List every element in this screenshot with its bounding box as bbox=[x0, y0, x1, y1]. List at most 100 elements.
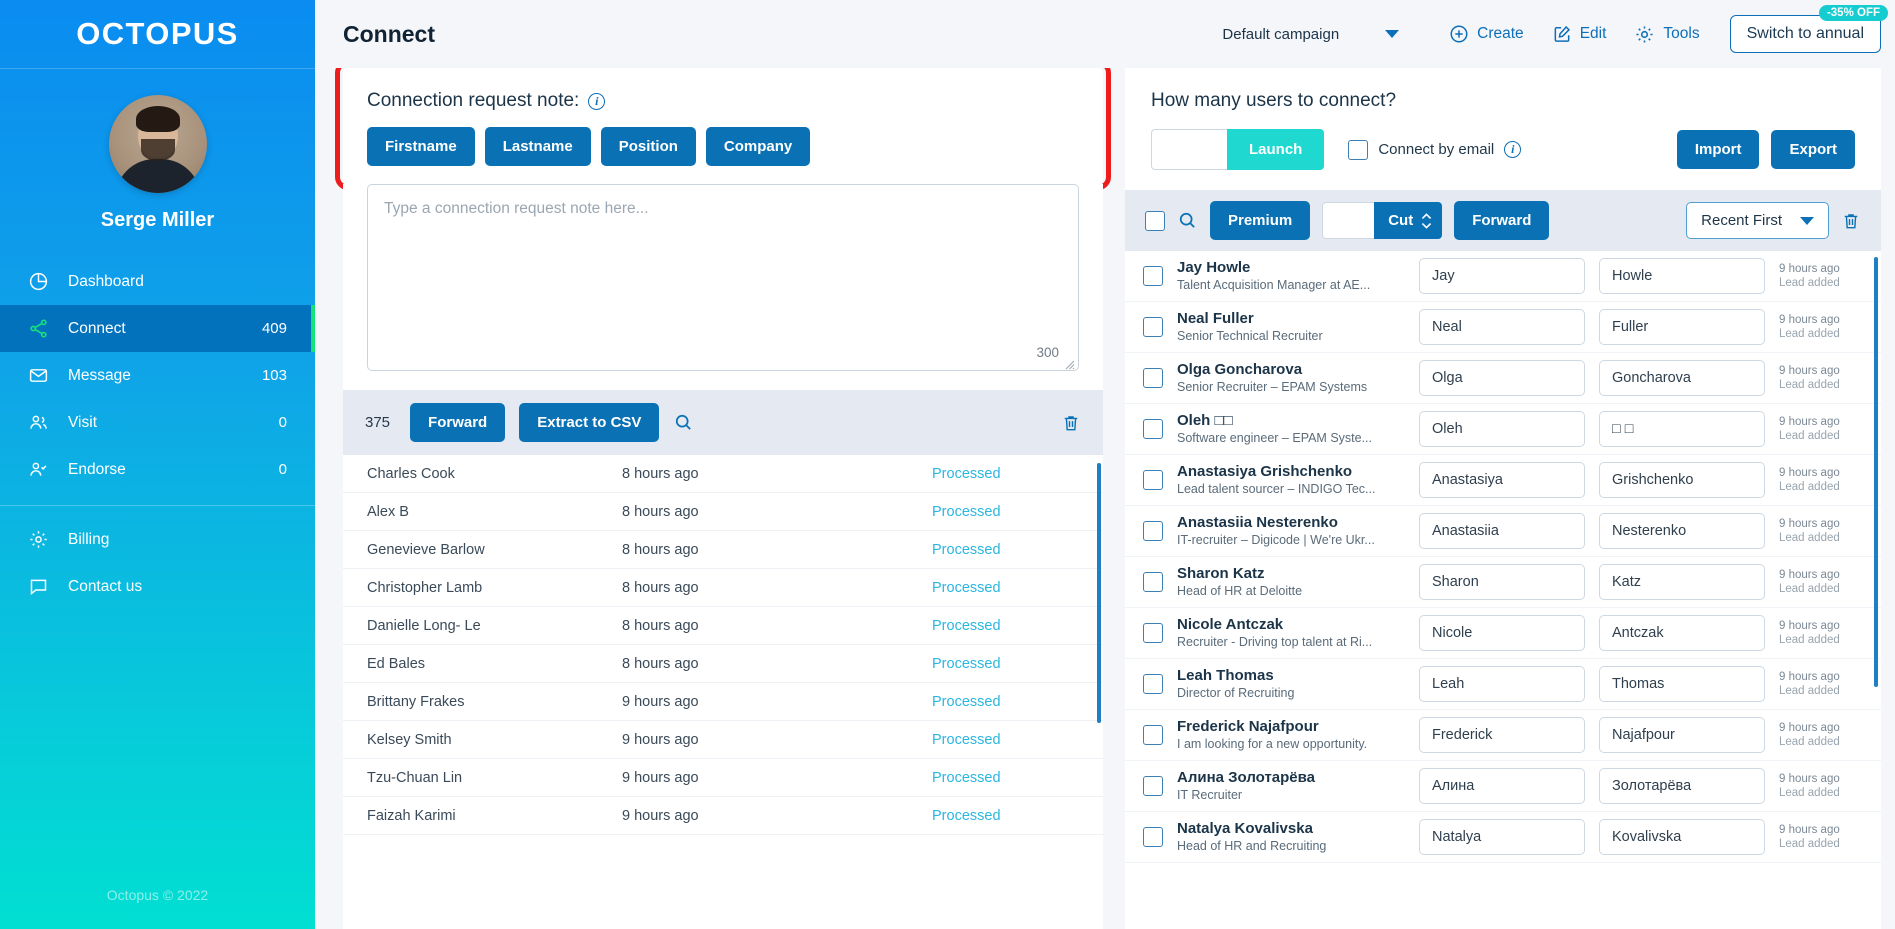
import-button[interactable]: Import bbox=[1677, 130, 1760, 169]
table-row[interactable]: Genevieve Barlow 8 hours ago Processed bbox=[343, 531, 1103, 569]
row-checkbox[interactable] bbox=[1143, 725, 1163, 745]
sidebar-item-message[interactable]: Message 103 bbox=[0, 352, 315, 399]
list-item[interactable]: Oleh □□ Software engineer – EPAM Syste..… bbox=[1125, 404, 1881, 455]
table-row[interactable]: Alex B 8 hours ago Processed bbox=[343, 493, 1103, 531]
lastname-field[interactable]: Katz bbox=[1599, 564, 1765, 600]
lastname-field[interactable]: Nesterenko bbox=[1599, 513, 1765, 549]
forward-button[interactable]: Forward bbox=[410, 403, 505, 442]
premium-button[interactable]: Premium bbox=[1210, 201, 1310, 240]
sidebar-item-endorse[interactable]: Endorse 0 bbox=[0, 446, 315, 493]
lastname-field[interactable]: Золотарёва bbox=[1599, 768, 1765, 804]
sort-dropdown[interactable]: Recent First bbox=[1686, 202, 1829, 239]
users-list-scrollbar[interactable] bbox=[1874, 257, 1878, 687]
table-row[interactable]: Faizah Karimi 9 hours ago Processed bbox=[343, 797, 1103, 835]
users-list[interactable]: Jay Howle Talent Acquisition Manager at … bbox=[1125, 251, 1881, 929]
select-all-checkbox[interactable] bbox=[1145, 211, 1165, 231]
row-checkbox[interactable] bbox=[1143, 368, 1163, 388]
connect-by-email-row[interactable]: Connect by email i bbox=[1348, 140, 1521, 160]
list-item[interactable]: Алина Золотарёва IT Recruiter Алина Золо… bbox=[1125, 761, 1881, 812]
sidebar-item-dashboard[interactable]: Dashboard bbox=[0, 258, 315, 305]
table-row[interactable]: Brittany Frakes 9 hours ago Processed bbox=[343, 683, 1103, 721]
lastname-field[interactable]: Antczak bbox=[1599, 615, 1765, 651]
row-checkbox[interactable] bbox=[1143, 419, 1163, 439]
tools-button[interactable]: Tools bbox=[1620, 18, 1713, 51]
firstname-field[interactable]: Jay bbox=[1419, 258, 1585, 294]
extract-to-csv-button[interactable]: Extract to CSV bbox=[519, 403, 659, 442]
brand-logo[interactable]: OCTOPUS bbox=[0, 0, 315, 68]
sidebar-item-visit[interactable]: Visit 0 bbox=[0, 399, 315, 446]
firstname-field[interactable]: Natalya bbox=[1419, 819, 1585, 855]
campaign-dropdown[interactable]: Default campaign bbox=[1212, 20, 1409, 49]
firstname-field[interactable]: Алина bbox=[1419, 768, 1585, 804]
connection-note-input[interactable] bbox=[367, 184, 1079, 371]
lastname-field[interactable]: Thomas bbox=[1599, 666, 1765, 702]
row-checkbox[interactable] bbox=[1143, 572, 1163, 592]
row-checkbox[interactable] bbox=[1143, 776, 1163, 796]
table-row[interactable]: Kelsey Smith 9 hours ago Processed bbox=[343, 721, 1103, 759]
users-count-input[interactable] bbox=[1151, 129, 1227, 170]
firstname-field[interactable]: Sharon bbox=[1419, 564, 1585, 600]
row-checkbox[interactable] bbox=[1143, 674, 1163, 694]
left-list-scrollbar[interactable] bbox=[1097, 463, 1101, 723]
firstname-field[interactable]: Anastasiya bbox=[1419, 462, 1585, 498]
processed-lead-list[interactable]: Charles Cook 8 hours ago Processed Alex … bbox=[343, 455, 1103, 929]
table-row[interactable]: Ed Bales 8 hours ago Processed bbox=[343, 645, 1103, 683]
edit-button[interactable]: Edit bbox=[1538, 18, 1621, 50]
list-item[interactable]: Neal Fuller Senior Technical Recruiter N… bbox=[1125, 302, 1881, 353]
lastname-field[interactable]: Fuller bbox=[1599, 309, 1765, 345]
row-checkbox[interactable] bbox=[1143, 470, 1163, 490]
firstname-field[interactable]: Olga bbox=[1419, 360, 1585, 396]
firstname-field[interactable]: Leah bbox=[1419, 666, 1585, 702]
list-item[interactable]: Anastasiya Grishchenko Lead talent sourc… bbox=[1125, 455, 1881, 506]
lastname-field[interactable]: □ □ bbox=[1599, 411, 1765, 447]
trash-icon[interactable] bbox=[1061, 413, 1081, 433]
search-icon[interactable] bbox=[673, 412, 694, 433]
export-button[interactable]: Export bbox=[1771, 130, 1855, 169]
cut-amount-input[interactable] bbox=[1322, 202, 1374, 239]
row-checkbox[interactable] bbox=[1143, 266, 1163, 286]
info-icon[interactable]: i bbox=[588, 93, 605, 110]
connect-by-email-checkbox[interactable] bbox=[1348, 140, 1368, 160]
tag-company-button[interactable]: Company bbox=[706, 127, 810, 166]
cut-button[interactable]: Cut bbox=[1374, 202, 1442, 239]
firstname-field[interactable]: Neal bbox=[1419, 309, 1585, 345]
trash-icon[interactable] bbox=[1841, 211, 1861, 231]
lastname-field[interactable]: Kovalivska bbox=[1599, 819, 1765, 855]
list-item[interactable]: Anastasiia Nesterenko IT-recruiter – Dig… bbox=[1125, 506, 1881, 557]
firstname-field[interactable]: Oleh bbox=[1419, 411, 1585, 447]
tag-firstname-button[interactable]: Firstname bbox=[367, 127, 475, 166]
firstname-field[interactable]: Nicole bbox=[1419, 615, 1585, 651]
firstname-field[interactable]: Anastasiia bbox=[1419, 513, 1585, 549]
create-button[interactable]: Create bbox=[1435, 18, 1538, 50]
list-item[interactable]: Olga Goncharova Senior Recruiter – EPAM … bbox=[1125, 353, 1881, 404]
tag-lastname-button[interactable]: Lastname bbox=[485, 127, 591, 166]
sidebar-item-connect[interactable]: Connect 409 bbox=[0, 305, 315, 352]
sidebar-item-contact-us[interactable]: Contact us bbox=[0, 563, 315, 610]
list-item[interactable]: Natalya Kovalivska Head of HR and Recrui… bbox=[1125, 812, 1881, 863]
resize-grip-icon[interactable] bbox=[1065, 360, 1075, 370]
list-item[interactable]: Nicole Antczak Recruiter - Driving top t… bbox=[1125, 608, 1881, 659]
stepper-icon[interactable] bbox=[1421, 213, 1432, 229]
info-icon[interactable]: i bbox=[1504, 141, 1521, 158]
row-checkbox[interactable] bbox=[1143, 317, 1163, 337]
list-item[interactable]: Leah Thomas Director of Recruiting Leah … bbox=[1125, 659, 1881, 710]
lastname-field[interactable]: Goncharova bbox=[1599, 360, 1765, 396]
list-item[interactable]: Frederick Najafpour I am looking for a n… bbox=[1125, 710, 1881, 761]
search-icon[interactable] bbox=[1177, 210, 1198, 231]
table-row[interactable]: Danielle Long- Le 8 hours ago Processed bbox=[343, 607, 1103, 645]
row-checkbox[interactable] bbox=[1143, 623, 1163, 643]
sidebar-item-billing[interactable]: Billing bbox=[0, 516, 315, 563]
table-row[interactable]: Tzu-Chuan Lin 9 hours ago Processed bbox=[343, 759, 1103, 797]
tag-position-button[interactable]: Position bbox=[601, 127, 696, 166]
list-item[interactable]: Sharon Katz Head of HR at Deloitte Sharo… bbox=[1125, 557, 1881, 608]
lastname-field[interactable]: Grishchenko bbox=[1599, 462, 1765, 498]
switch-to-annual-button[interactable]: -35% OFF Switch to annual bbox=[1730, 15, 1881, 53]
launch-button[interactable]: Launch bbox=[1227, 129, 1324, 170]
list-item[interactable]: Jay Howle Talent Acquisition Manager at … bbox=[1125, 251, 1881, 302]
firstname-field[interactable]: Frederick bbox=[1419, 717, 1585, 753]
row-checkbox[interactable] bbox=[1143, 521, 1163, 541]
row-checkbox[interactable] bbox=[1143, 827, 1163, 847]
forward-button[interactable]: Forward bbox=[1454, 201, 1549, 240]
table-row[interactable]: Christopher Lamb 8 hours ago Processed bbox=[343, 569, 1103, 607]
lastname-field[interactable]: Najafpour bbox=[1599, 717, 1765, 753]
